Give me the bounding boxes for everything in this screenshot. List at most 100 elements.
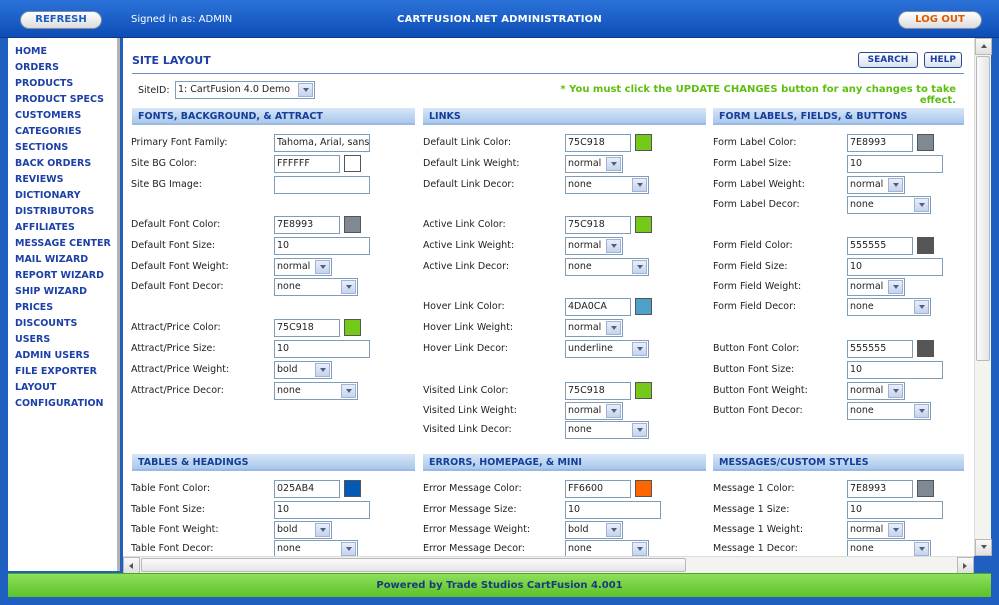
color-swatch[interactable]: [917, 340, 934, 357]
select-active-link-weight[interactable]: normal: [565, 237, 623, 255]
vertical-scroll-thumb[interactable]: [976, 56, 990, 361]
select-active-link-decor[interactable]: none: [565, 258, 649, 276]
field-message-1-size[interactable]: 10: [847, 501, 943, 519]
select-default-link-weight[interactable]: normal: [565, 155, 623, 173]
help-button[interactable]: HELP: [924, 52, 962, 68]
horizontal-scrollbar[interactable]: [123, 556, 974, 574]
field-table-font-color[interactable]: 025AB4: [274, 480, 340, 498]
color-swatch[interactable]: [917, 134, 934, 151]
sidebar-item-product-specs[interactable]: PRODUCT SPECS: [8, 92, 117, 108]
sidebar-item-ship-wizard[interactable]: SHIP WIZARD: [8, 284, 117, 300]
sidebar-item-users[interactable]: USERS: [8, 332, 117, 348]
color-swatch[interactable]: [344, 480, 361, 497]
select-error-message-weight[interactable]: bold: [565, 521, 623, 539]
field-default-font-color[interactable]: 7E8993: [274, 216, 340, 234]
field-default-font-size[interactable]: 10: [274, 237, 370, 255]
scroll-down-button[interactable]: [975, 539, 992, 556]
field-active-link-color[interactable]: 75C918: [565, 216, 631, 234]
sidebar-item-reviews[interactable]: REVIEWS: [8, 172, 117, 188]
sidebar-item-affiliates[interactable]: AFFILIATES: [8, 220, 117, 236]
label-hover-link-color: Hover Link Color:: [423, 301, 505, 312]
select-default-link-decor[interactable]: none: [565, 176, 649, 194]
sidebar-item-home[interactable]: HOME: [8, 44, 117, 60]
sidebar-item-mail-wizard[interactable]: MAIL WIZARD: [8, 252, 117, 268]
field-error-message-color[interactable]: FF6600: [565, 480, 631, 498]
sidebar-item-products[interactable]: PRODUCTS: [8, 76, 117, 92]
field-form-label-color[interactable]: 7E8993: [847, 134, 913, 152]
color-swatch[interactable]: [635, 134, 652, 151]
sidebar-item-file-exporter[interactable]: FILE EXPORTER: [8, 364, 117, 380]
field-hover-link-color[interactable]: 4DA0CA: [565, 298, 631, 316]
field-button-font-size[interactable]: 10: [847, 361, 943, 379]
field-site-bg-image[interactable]: [274, 176, 370, 194]
select-default-font-decor[interactable]: none: [274, 278, 358, 296]
field-button-font-color[interactable]: 555555: [847, 340, 913, 358]
sidebar-item-categories[interactable]: CATEGORIES: [8, 124, 117, 140]
field-attract-price-color[interactable]: 75C918: [274, 319, 340, 337]
select-form-field-weight[interactable]: normal: [847, 278, 905, 296]
select-hover-link-decor[interactable]: underline: [565, 340, 649, 358]
scroll-left-button[interactable]: [123, 557, 140, 574]
sidebar-item-configuration[interactable]: CONFIGURATION: [8, 396, 117, 412]
title-divider: [132, 73, 964, 74]
select-table-font-weight[interactable]: bold: [274, 521, 332, 539]
sidebar-item-customers[interactable]: CUSTOMERS: [8, 108, 117, 124]
color-swatch[interactable]: [635, 480, 652, 497]
sidebar-item-back-orders[interactable]: BACK ORDERS: [8, 156, 117, 172]
label-message-1-weight: Message 1 Weight:: [713, 524, 804, 535]
field-attract-price-size[interactable]: 10: [274, 340, 370, 358]
logout-button[interactable]: LOG OUT: [898, 11, 982, 29]
search-button[interactable]: SEARCH: [858, 52, 918, 68]
select-default-font-weight[interactable]: normal: [274, 258, 332, 276]
color-swatch[interactable]: [917, 237, 934, 254]
color-swatch[interactable]: [344, 319, 361, 336]
field-form-label-size[interactable]: 10: [847, 155, 943, 173]
sidebar-item-layout[interactable]: LAYOUT: [8, 380, 117, 396]
select-value: none: [850, 199, 874, 210]
color-swatch[interactable]: [344, 155, 361, 172]
select-button-font-decor[interactable]: none: [847, 402, 931, 420]
color-swatch[interactable]: [917, 480, 934, 497]
horizontal-scroll-thumb[interactable]: [141, 558, 686, 572]
select-message-1-weight[interactable]: normal: [847, 521, 905, 539]
select-message-1-decor[interactable]: none: [847, 540, 931, 556]
color-swatch[interactable]: [635, 216, 652, 233]
field-visited-link-color[interactable]: 75C918: [565, 382, 631, 400]
select-visited-link-weight[interactable]: normal: [565, 402, 623, 420]
select-attract-price-decor[interactable]: none: [274, 382, 358, 400]
sidebar-item-discounts[interactable]: DISCOUNTS: [8, 316, 117, 332]
sidebar-item-report-wizard[interactable]: REPORT WIZARD: [8, 268, 117, 284]
vertical-scrollbar[interactable]: [974, 38, 992, 556]
field-form-field-color[interactable]: 555555: [847, 237, 913, 255]
select-visited-link-decor[interactable]: none: [565, 421, 649, 439]
field-error-message-size[interactable]: 10: [565, 501, 661, 519]
scroll-up-button[interactable]: [975, 38, 992, 55]
select-form-field-decor[interactable]: none: [847, 298, 931, 316]
field-message-1-color[interactable]: 7E8993: [847, 480, 913, 498]
color-swatch[interactable]: [344, 216, 361, 233]
sidebar-item-prices[interactable]: PRICES: [8, 300, 117, 316]
sidebar-item-distributors[interactable]: DISTRIBUTORS: [8, 204, 117, 220]
field-site-bg-color[interactable]: FFFFFF: [274, 155, 340, 173]
field-default-link-color[interactable]: 75C918: [565, 134, 631, 152]
sidebar-item-message-center[interactable]: MESSAGE CENTER: [8, 236, 117, 252]
select-table-font-decor[interactable]: none: [274, 540, 358, 556]
select-value: normal: [568, 405, 602, 416]
field-primary-font-family[interactable]: Tahoma, Arial, sans: [274, 134, 370, 152]
field-form-field-size[interactable]: 10: [847, 258, 943, 276]
select-button-font-weight[interactable]: normal: [847, 382, 905, 400]
sidebar-item-sections[interactable]: SECTIONS: [8, 140, 117, 156]
select-attract-price-weight[interactable]: bold: [274, 361, 332, 379]
select-hover-link-weight[interactable]: normal: [565, 319, 623, 337]
field-table-font-size[interactable]: 10: [274, 501, 370, 519]
select-form-label-weight[interactable]: normal: [847, 176, 905, 194]
sidebar-item-admin-users[interactable]: ADMIN USERS: [8, 348, 117, 364]
scroll-right-button[interactable]: [957, 557, 974, 574]
sidebar-item-dictionary[interactable]: DICTIONARY: [8, 188, 117, 204]
select-form-label-decor[interactable]: none: [847, 196, 931, 214]
color-swatch[interactable]: [635, 298, 652, 315]
color-swatch[interactable]: [635, 382, 652, 399]
select-error-message-decor[interactable]: none: [565, 540, 649, 556]
sidebar-item-orders[interactable]: ORDERS: [8, 60, 117, 76]
siteid-select[interactable]: 1: CartFusion 4.0 Demo: [175, 81, 315, 99]
